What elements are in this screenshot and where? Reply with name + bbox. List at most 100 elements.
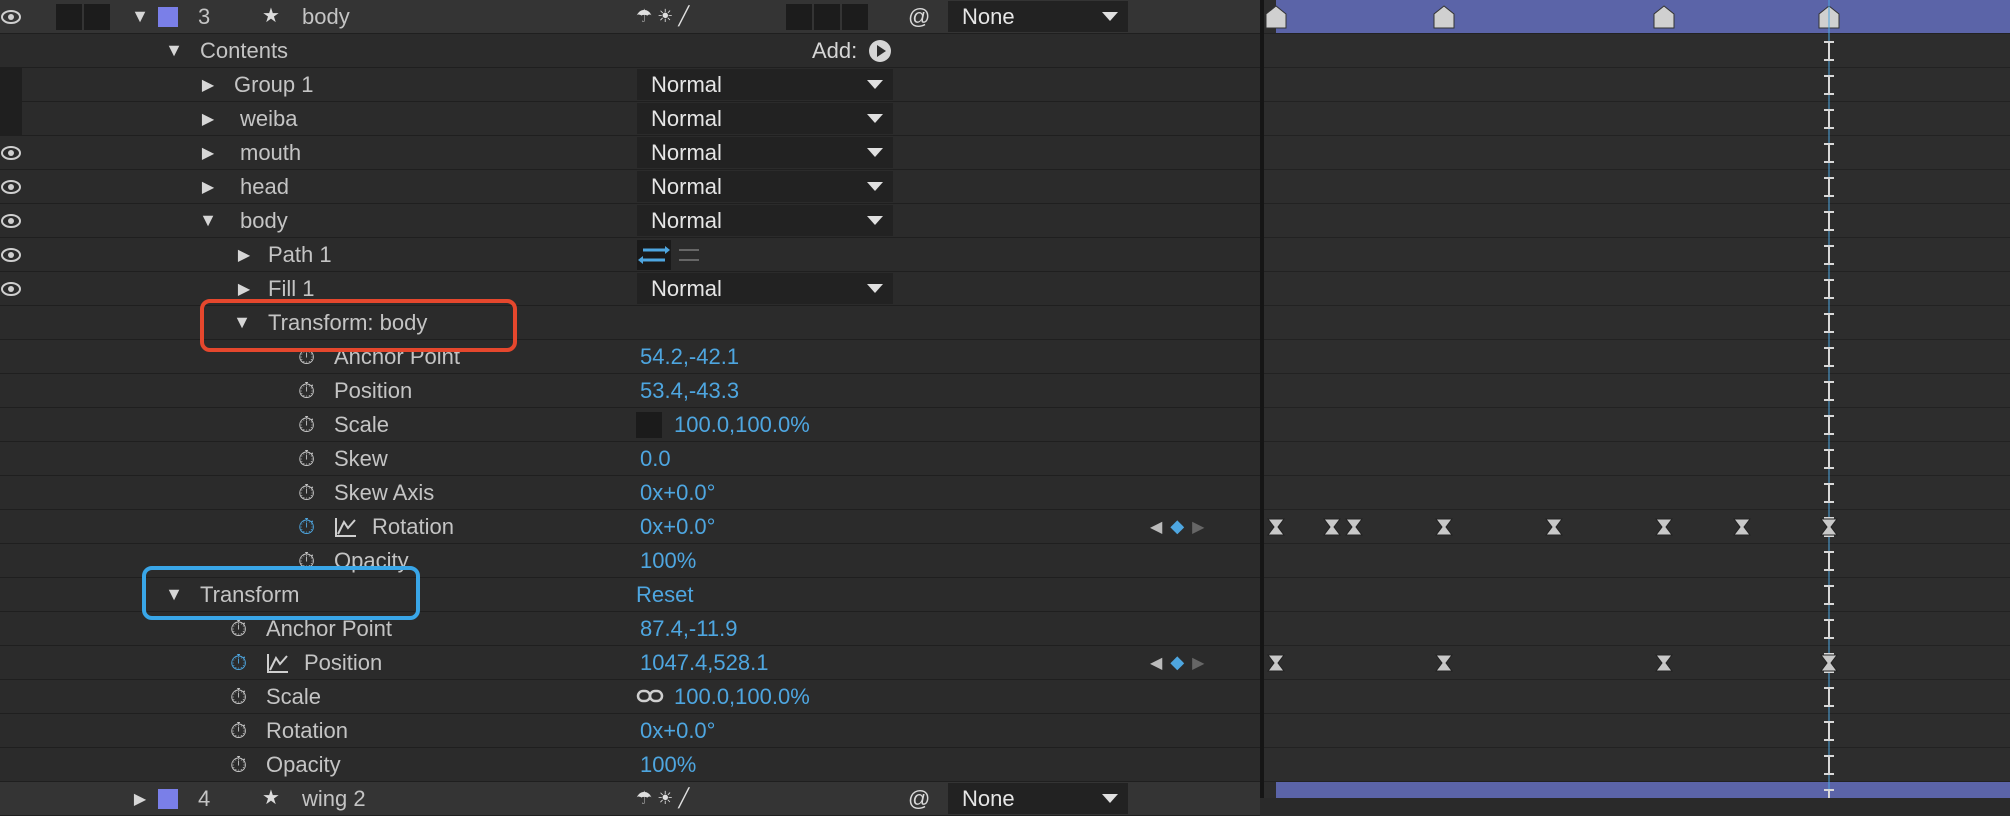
quality-icon[interactable]: ☀ [657, 788, 673, 808]
graph-editor-icon[interactable] [266, 646, 290, 679]
visibility-eye-icon[interactable] [0, 170, 22, 203]
property-value[interactable]: 100% [640, 748, 696, 781]
group-row[interactable]: ▶ head Normal [0, 170, 1260, 204]
blend-mode-dropdown[interactable]: Normal [637, 69, 893, 100]
collapse-triangle-icon[interactable]: ▶ [198, 102, 218, 135]
property-row[interactable]: ⏱ Opacity 100% [0, 748, 1260, 782]
collapse-triangle-icon[interactable]: ▶ [198, 68, 218, 101]
blend-mode-dropdown[interactable]: Normal [637, 137, 893, 168]
3d-toggle[interactable] [842, 4, 868, 30]
solo-toggle[interactable] [84, 4, 110, 30]
property-row[interactable]: ⏱ Position 1047.4,528.1 ◀ ◆ ▶ [0, 646, 1260, 680]
collapse-triangle-icon[interactable]: ▶ [130, 782, 150, 815]
stopwatch-icon[interactable]: ⏱ [230, 748, 247, 781]
shy-icon[interactable]: ☂ [636, 788, 652, 808]
expand-triangle-icon[interactable]: ▼ [164, 578, 184, 611]
group-row[interactable]: ▼ body Normal [0, 204, 1260, 238]
property-value[interactable]: 0x+0.0° [640, 476, 715, 509]
expand-triangle-icon[interactable]: ▼ [130, 0, 150, 33]
keyframe-navigator[interactable]: ◀ ◆ ▶ [1150, 646, 1204, 679]
stopwatch-active-icon[interactable]: ⏱ [298, 510, 315, 543]
visibility-eye-icon[interactable] [0, 272, 22, 305]
layer-name[interactable]: wing 2 [302, 782, 366, 815]
stopwatch-icon[interactable]: ⏱ [298, 544, 315, 577]
next-keyframe-icon[interactable]: ▶ [1192, 653, 1204, 673]
link-constrain-icon[interactable] [636, 686, 664, 711]
add-menu-button[interactable] [868, 34, 892, 67]
add-keyframe-diamond-icon[interactable]: ◆ [1170, 516, 1184, 537]
group-name[interactable]: weiba [240, 102, 297, 135]
label-color-swatch[interactable] [158, 7, 178, 27]
property-row[interactable]: ⏱ Rotation 0x+0.0° [0, 714, 1260, 748]
layer-row-3[interactable]: ▼ 3 ★ body ☂ ☀ ╱ @ None [0, 0, 1260, 34]
expand-triangle-icon[interactable]: ▼ [198, 204, 218, 237]
constrain-proportions-toggle[interactable] [636, 412, 662, 438]
path-row[interactable]: ▶ Path 1 [0, 238, 1260, 272]
property-row[interactable]: ⏱ Skew 0.0 [0, 442, 1260, 476]
stopwatch-icon[interactable]: ⏱ [230, 612, 247, 645]
keyframe-navigator[interactable]: ◀ ◆ ▶ [1150, 510, 1204, 543]
expand-triangle-icon[interactable]: ▼ [164, 34, 184, 67]
next-keyframe-icon[interactable]: ▶ [1192, 517, 1204, 537]
path-direction-active-icon[interactable] [637, 240, 671, 270]
property-value[interactable]: 0.0 [640, 442, 671, 475]
contents-row[interactable]: ▼ Contents Add: [0, 34, 1260, 68]
visibility-eye-icon[interactable] [0, 204, 22, 237]
label-color-swatch[interactable] [158, 789, 178, 809]
blend-mode-dropdown[interactable]: Normal [637, 103, 893, 134]
property-row[interactable]: ⏱ Position 53.4,-43.3 [0, 374, 1260, 408]
stopwatch-icon[interactable]: ⏱ [298, 476, 315, 509]
group-row[interactable]: ▶ weiba Normal [0, 102, 1260, 136]
group-name[interactable]: Group 1 [234, 68, 314, 101]
visibility-eye-icon[interactable] [0, 136, 22, 169]
stopwatch-icon[interactable]: ⏱ [298, 374, 315, 407]
property-row[interactable]: ⏱ Scale 100.0,100.0% [0, 408, 1260, 442]
group-name[interactable]: mouth [240, 136, 301, 169]
blend-mode-dropdown[interactable]: Normal [637, 273, 893, 304]
expand-triangle-icon[interactable]: ▼ [232, 306, 252, 339]
reset-button[interactable]: Reset [636, 578, 693, 611]
group-row[interactable]: ▶ Group 1 Normal [0, 68, 1260, 102]
fill-row[interactable]: ▶ Fill 1 Normal [0, 272, 1260, 306]
property-row[interactable]: ⏱ Rotation 0x+0.0° ◀ ◆ ▶ [0, 510, 1260, 544]
parent-dropdown[interactable]: None [948, 1, 1128, 32]
add-keyframe-diamond-icon[interactable]: ◆ [1170, 652, 1184, 673]
stopwatch-icon[interactable]: ⏱ [298, 408, 315, 441]
parent-dropdown[interactable]: None [948, 783, 1128, 814]
collapse-triangle-icon[interactable]: ▶ [198, 170, 218, 203]
blend-mode-dropdown[interactable]: Normal [637, 205, 893, 236]
stopwatch-icon[interactable]: ⏱ [298, 340, 315, 373]
fx-slash-icon[interactable]: ╱ [678, 788, 689, 808]
property-value[interactable]: 1047.4,528.1 [640, 646, 768, 679]
quality-icon[interactable]: ☀ [657, 6, 673, 26]
blend-mode-dropdown[interactable]: Normal [637, 171, 893, 202]
parent-pickwhip-icon[interactable]: @ [908, 0, 930, 33]
collapse-triangle-icon[interactable]: ▶ [198, 136, 218, 169]
fx-slash-icon[interactable]: ╱ [678, 6, 689, 26]
prev-keyframe-icon[interactable]: ◀ [1150, 517, 1162, 537]
prev-keyframe-icon[interactable]: ◀ [1150, 653, 1162, 673]
property-row[interactable]: ⏱ Scale 100.0,100.0% [0, 680, 1260, 714]
visibility-box[interactable] [0, 102, 22, 135]
property-value[interactable]: 100.0,100.0% [674, 408, 810, 441]
motion-blur-toggle[interactable] [786, 4, 812, 30]
timeline-panel[interactable] [1264, 0, 2010, 798]
layer-name[interactable]: body [302, 0, 350, 33]
audio-toggle[interactable] [56, 4, 82, 30]
group-row[interactable]: ▶ mouth Normal [0, 136, 1260, 170]
path-direction-reverse-icon[interactable] [675, 240, 705, 270]
layer-transform-row[interactable]: ▼ Transform Reset [0, 578, 1260, 612]
property-row[interactable]: ⏱ Skew Axis 0x+0.0° [0, 476, 1260, 510]
graph-editor-icon[interactable] [334, 510, 358, 543]
stopwatch-icon[interactable]: ⏱ [230, 680, 247, 713]
stopwatch-active-icon[interactable]: ⏱ [230, 646, 247, 679]
property-row[interactable]: ⏱ Opacity 100% [0, 544, 1260, 578]
visibility-eye-icon[interactable] [0, 238, 22, 271]
parent-pickwhip-icon[interactable]: @ [908, 782, 930, 815]
group-name[interactable]: body [240, 204, 288, 237]
property-value[interactable]: 0x+0.0° [640, 510, 715, 543]
play-circle-icon[interactable] [868, 39, 892, 63]
property-value[interactable]: 100.0,100.0% [674, 680, 810, 713]
property-row[interactable]: ⏱ Anchor Point 87.4,-11.9 [0, 612, 1260, 646]
property-value[interactable]: 54.2,-42.1 [640, 340, 739, 373]
